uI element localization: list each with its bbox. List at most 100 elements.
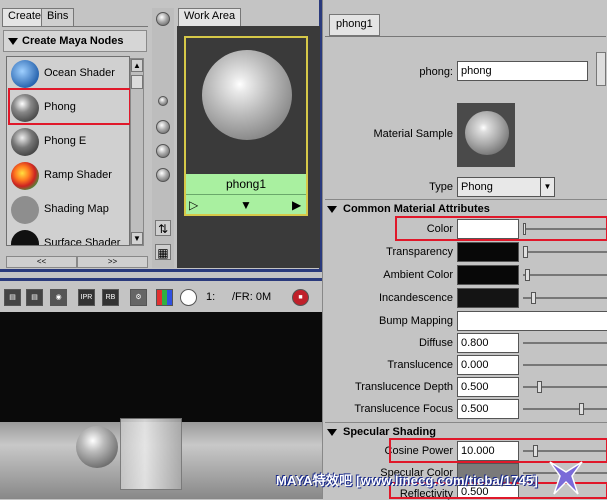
material-sample-label: Material Sample — [373, 128, 453, 140]
tab-divider — [2, 26, 148, 27]
hypershade-side-toolbar: ⇅ ▦ — [152, 8, 174, 268]
translucence-focus-field[interactable]: 0.500 — [457, 399, 519, 419]
grid-icon[interactable]: ▦ — [155, 244, 171, 260]
frame-readout: /FR: 0M — [232, 291, 272, 303]
translucence-label: Translucence — [387, 359, 453, 371]
watermark-text: MAYA特效吧 [www.linecg.com/tieba/1745] — [276, 473, 539, 488]
phong1-swatch-node[interactable]: phong1 ▷ ▼ ▶ — [184, 36, 308, 216]
translucence-focus-slider[interactable] — [523, 408, 607, 410]
scroll-up-icon[interactable]: ▲ — [131, 59, 143, 72]
incandescence-swatch[interactable] — [457, 288, 519, 308]
node-ramp-shader[interactable]: Ramp Shader — [7, 159, 129, 193]
color-highlight-box — [395, 216, 607, 241]
sphere-icon[interactable] — [156, 144, 170, 158]
diffuse-field[interactable]: 0.800 — [457, 333, 519, 353]
alpha-channel-icon[interactable] — [180, 289, 197, 306]
small-sphere-icon[interactable] — [158, 96, 168, 106]
swatch-preview — [188, 40, 304, 174]
transparency-slider-knob[interactable] — [523, 246, 528, 258]
section-common-material[interactable]: Common Material Attributes — [327, 201, 607, 217]
hypershade-panel: Create Bins Create Maya Nodes Ocean Shad… — [0, 0, 322, 272]
material-sample-preview — [457, 103, 515, 167]
shading-map-icon — [11, 196, 39, 224]
stop-render-icon[interactable]: ■ — [292, 289, 309, 306]
translucence-focus-knob[interactable] — [579, 403, 584, 415]
node-label: Surface Shader — [44, 237, 121, 246]
incandescence-slider-knob[interactable] — [531, 292, 536, 304]
diffuse-label: Diffuse — [418, 337, 453, 349]
list-horizontal-scroll: << >> — [6, 256, 148, 268]
translucence-depth-knob[interactable] — [537, 381, 542, 393]
translucence-focus-label: Translucence Focus — [354, 403, 453, 415]
transparency-slider[interactable] — [523, 251, 607, 253]
output-connection-icon[interactable]: ▶ — [292, 196, 301, 214]
phong-sphere-preview — [202, 50, 292, 140]
ambient-color-swatch[interactable] — [457, 265, 519, 285]
section-common-label: Common Material Attributes — [343, 203, 490, 215]
node-label: Phong E — [44, 135, 87, 147]
translucence-depth-field[interactable]: 0.500 — [457, 377, 519, 397]
section-separator — [325, 199, 607, 200]
ambient-color-label: Ambient Color — [383, 269, 453, 281]
node-phong-e[interactable]: Phong E — [7, 125, 129, 159]
bump-mapping-label: Bump Mapping — [379, 315, 453, 327]
scroll-thumb[interactable] — [131, 75, 143, 89]
tab-phong1[interactable]: phong1 — [329, 14, 380, 36]
ambient-color-slider[interactable] — [523, 274, 607, 276]
sphere-icon[interactable] — [156, 120, 170, 134]
ramp-shader-icon — [11, 162, 39, 190]
phong-e-icon — [11, 128, 39, 156]
sphere-icon[interactable] — [156, 168, 170, 182]
render-view-toolbar: ▤ ▤ ◉ IPR RB ⚙ 1: /FR: 0M ■ — [0, 282, 322, 312]
swatch-controls: ▷ ▼ ▶ — [186, 194, 306, 214]
expand-icon[interactable]: ▼ — [240, 196, 252, 214]
input-connection-icon[interactable]: ▷ — [189, 196, 198, 214]
render-region-icon[interactable]: ▤ — [26, 289, 43, 306]
phong-highlight-box — [8, 88, 131, 125]
tab-bins[interactable]: Bins — [41, 8, 75, 26]
bump-mapping-field[interactable] — [457, 311, 607, 331]
transparency-label: Transparency — [386, 246, 453, 258]
node-surface-shader[interactable]: Surface Shader — [7, 227, 129, 246]
phong-name-field[interactable]: phong — [457, 61, 588, 81]
settings-icon[interactable]: ⚙ — [130, 289, 147, 306]
focus-button[interactable] — [596, 52, 606, 86]
zoom-ratio: 1: — [206, 291, 216, 303]
tab-work-area[interactable]: Work Area — [178, 8, 242, 26]
scroll-left-button[interactable]: << — [6, 256, 77, 268]
ambient-slider-knob[interactable] — [525, 269, 530, 281]
node-ocean-shader[interactable]: Ocean Shader — [7, 57, 129, 91]
node-list-scrollbar[interactable]: ▲ ▼ — [130, 58, 144, 246]
snapshot-camera-icon[interactable]: ◉ — [50, 289, 67, 306]
sphere-icon[interactable] — [156, 12, 170, 26]
transparency-swatch[interactable] — [457, 242, 519, 262]
sample-sphere — [465, 111, 509, 155]
surface-shader-icon — [11, 230, 39, 245]
work-area: phong1 ▷ ▼ ▶ — [177, 26, 320, 268]
scroll-right-button[interactable]: >> — [77, 256, 148, 268]
translucence-depth-slider[interactable] — [523, 386, 607, 388]
translucence-slider[interactable] — [523, 364, 607, 366]
type-label: Type — [429, 181, 453, 193]
scroll-down-icon[interactable]: ▼ — [131, 232, 143, 245]
refresh-render-icon[interactable]: RB — [102, 289, 119, 306]
phong-name-label: phong: — [419, 66, 453, 78]
node-shading-map[interactable]: Shading Map — [7, 193, 129, 227]
type-dropdown[interactable]: Phong ▼ — [457, 177, 555, 197]
tab-divider — [325, 36, 606, 37]
render-clapper-icon[interactable]: ▤ — [4, 289, 21, 306]
rgb-channels-icon[interactable] — [156, 289, 173, 306]
create-header-label: Create Maya Nodes — [22, 35, 124, 47]
create-maya-nodes-header[interactable]: Create Maya Nodes — [3, 30, 147, 52]
type-value: Phong — [461, 181, 493, 193]
ipr-icon[interactable]: IPR — [78, 289, 95, 306]
section-specular-label: Specular Shading — [343, 426, 436, 438]
render-view-border — [0, 278, 322, 281]
translucence-field[interactable]: 0.000 — [457, 355, 519, 375]
collapse-triangle-icon — [8, 37, 18, 45]
diffuse-slider[interactable] — [523, 342, 607, 344]
render-view-image — [0, 312, 322, 499]
section-separator — [325, 422, 607, 423]
attribute-editor: phong1 phong: phong Material Sample Type… — [322, 0, 607, 500]
sort-icon[interactable]: ⇅ — [155, 220, 171, 236]
